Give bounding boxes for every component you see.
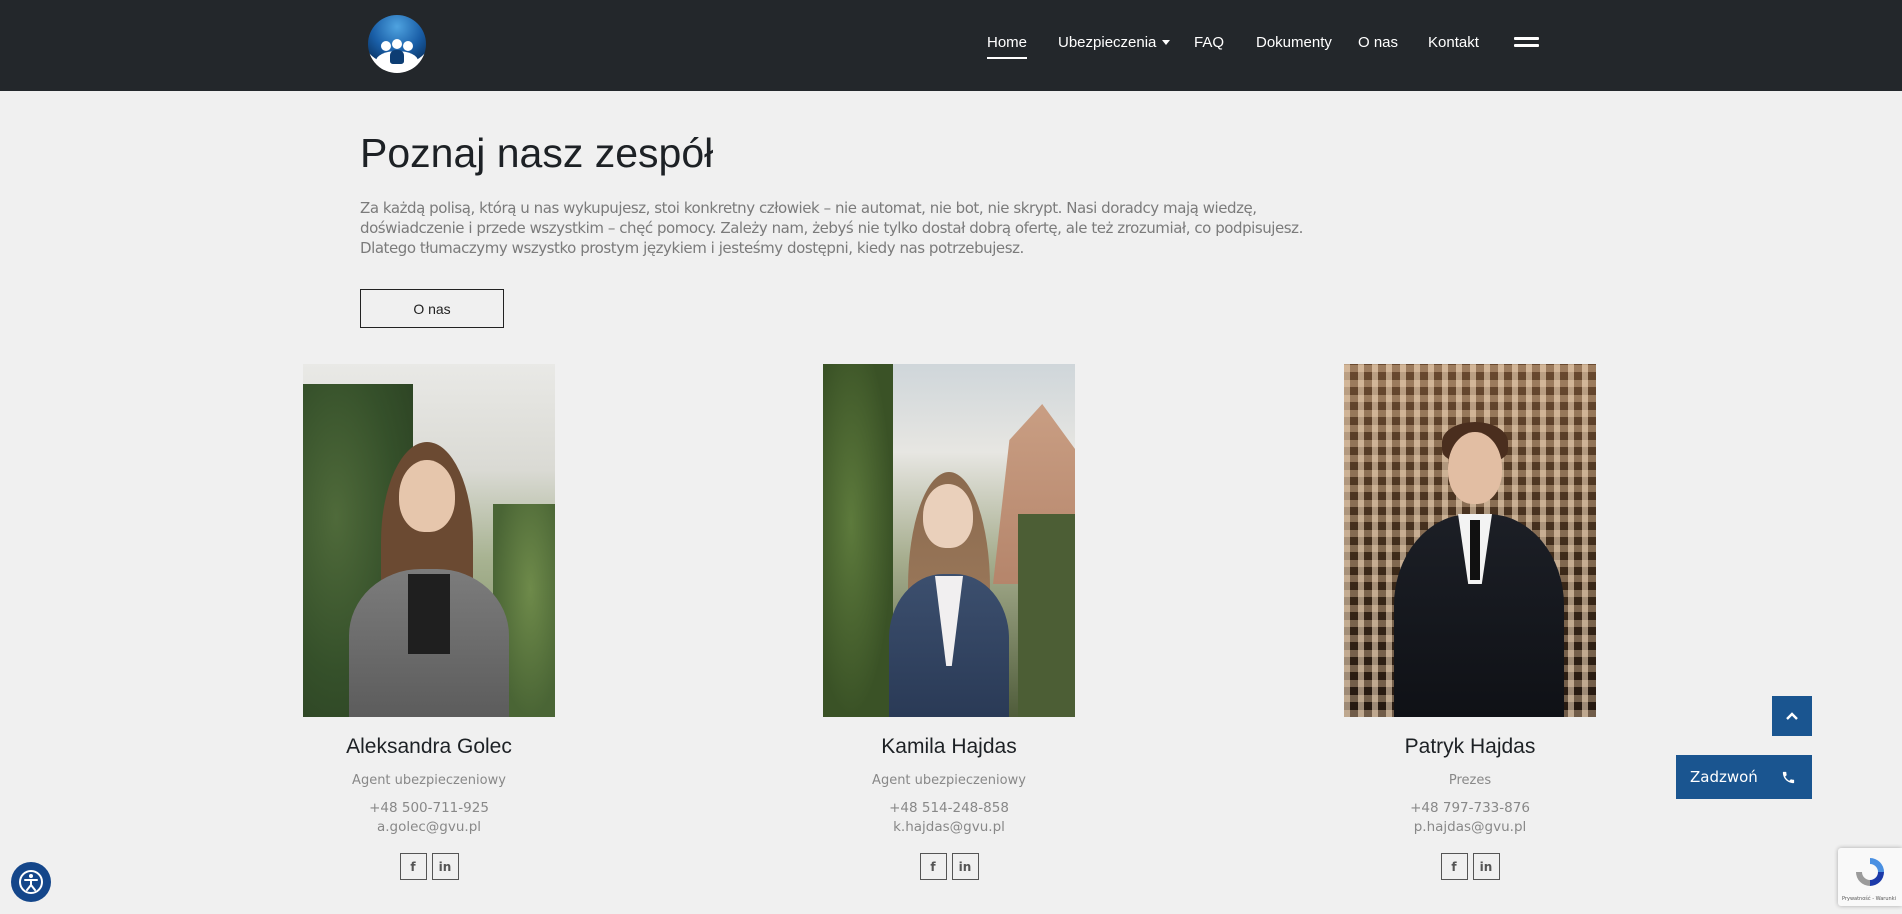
company-logo[interactable] — [368, 15, 426, 73]
linkedin-icon[interactable]: in — [431, 853, 459, 880]
linkedin-icon[interactable]: in — [1472, 853, 1500, 880]
team-member-role: Agent ubezpieczeniowy — [352, 773, 506, 788]
nav-ubezpieczenia-label: Ubezpieczenia — [1058, 34, 1157, 51]
team-member-role: Prezes — [1448, 773, 1492, 788]
nav-home[interactable]: Home — [987, 34, 1028, 59]
team-member-card: Patryk Hajdas Prezes +48 797-733-876 p.h… — [1344, 364, 1596, 880]
recaptcha-text: Prywatność - Warunki — [1842, 896, 1896, 902]
team-member-role: Agent ubezpieczeniowy — [872, 773, 1026, 788]
team-member-card: Aleksandra Golec Agent ubezpieczeniowy +… — [303, 364, 555, 880]
team-member-name: Kamila Hajdas — [881, 735, 1017, 758]
social-links: f in — [1344, 853, 1596, 880]
team-member-phone[interactable]: +48 514-248-858 — [763, 800, 1135, 816]
team-member-name: Patryk Hajdas — [1404, 735, 1536, 758]
site-header: Home Ubezpieczenia FAQ Dokumenty O nas K… — [0, 0, 1902, 91]
chevron-up-icon — [1786, 712, 1798, 720]
team-member-email[interactable]: a.golec@gvu.pl — [243, 819, 615, 835]
about-us-button[interactable]: O nas — [360, 289, 504, 328]
team-member-photo — [823, 364, 1075, 717]
team-member-phone[interactable]: +48 797-733-876 — [1284, 800, 1656, 816]
facebook-icon[interactable]: f — [399, 853, 427, 880]
recaptcha-icon — [1856, 858, 1884, 886]
team-member-email[interactable]: p.hajdas@gvu.pl — [1284, 819, 1656, 835]
team-member-phone[interactable]: +48 500-711-925 — [243, 800, 615, 816]
nav-kontakt[interactable]: Kontakt — [1428, 34, 1479, 51]
social-links: f in — [303, 853, 555, 880]
accessibility-button[interactable] — [11, 862, 51, 902]
social-links: f in — [823, 853, 1075, 880]
linkedin-icon[interactable]: in — [951, 853, 979, 880]
team-member-card: Kamila Hajdas Agent ubezpieczeniowy +48 … — [823, 364, 1075, 880]
call-button-label: Zadzwoń — [1690, 768, 1758, 786]
team-member-photo — [303, 364, 555, 717]
intro-text: Za każdą polisą, którą u nas wykupujesz,… — [360, 199, 1303, 257]
accessibility-icon — [19, 870, 43, 894]
hamburger-menu-icon[interactable] — [1514, 37, 1539, 49]
facebook-icon[interactable]: f — [919, 853, 947, 880]
recaptcha-badge[interactable]: Prywatność - Warunki — [1838, 848, 1902, 906]
call-button[interactable]: Zadzwoń — [1676, 755, 1812, 799]
team-member-photo — [1344, 364, 1596, 717]
chevron-down-icon — [1162, 39, 1171, 45]
team-member-name: Aleksandra Golec — [346, 735, 512, 758]
nav-dokumenty[interactable]: Dokumenty — [1256, 34, 1332, 51]
nav-o-nas[interactable]: O nas — [1358, 34, 1398, 51]
nav-faq[interactable]: FAQ — [1194, 34, 1224, 51]
phone-icon — [1782, 771, 1795, 783]
facebook-icon[interactable]: f — [1440, 853, 1468, 880]
scroll-to-top-button[interactable] — [1772, 696, 1812, 736]
nav-ubezpieczenia[interactable]: Ubezpieczenia — [1058, 34, 1171, 51]
team-member-email[interactable]: k.hajdas@gvu.pl — [763, 819, 1135, 835]
page-title: Poznaj nasz zespół — [360, 130, 714, 176]
